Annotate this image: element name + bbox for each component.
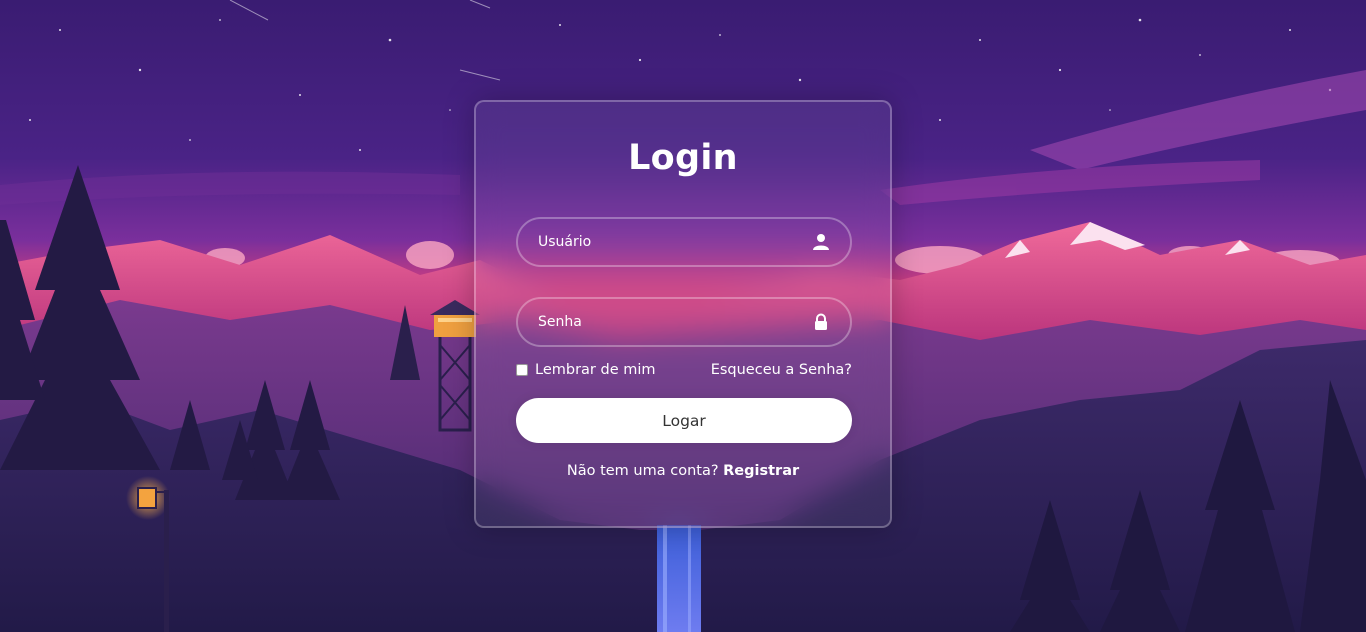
register-link[interactable]: Registrar xyxy=(723,463,799,479)
password-input[interactable] xyxy=(518,299,850,345)
login-card: Login Lembrar de mim Esqueceu a Senha? L… xyxy=(474,100,892,528)
register-prompt-text: Não tem uma conta? xyxy=(566,463,719,479)
password-field xyxy=(516,297,852,347)
forgot-password-link[interactable]: Esqueceu a Senha? xyxy=(711,362,852,378)
remember-me-text: Lembrar de mim xyxy=(535,362,656,378)
register-prompt: Não tem uma conta? Registrar xyxy=(476,463,890,479)
user-icon xyxy=(813,234,829,250)
login-button[interactable]: Logar xyxy=(516,398,852,443)
remember-forgot-row: Lembrar de mim Esqueceu a Senha? xyxy=(516,362,852,382)
lock-icon xyxy=(815,313,827,330)
crescent-moon-icon xyxy=(904,2,933,31)
username-field xyxy=(516,217,852,267)
login-title: Login xyxy=(628,138,738,178)
username-input[interactable] xyxy=(518,219,850,265)
remember-me-label[interactable]: Lembrar de mim xyxy=(516,362,656,378)
remember-me-checkbox[interactable] xyxy=(516,364,528,376)
